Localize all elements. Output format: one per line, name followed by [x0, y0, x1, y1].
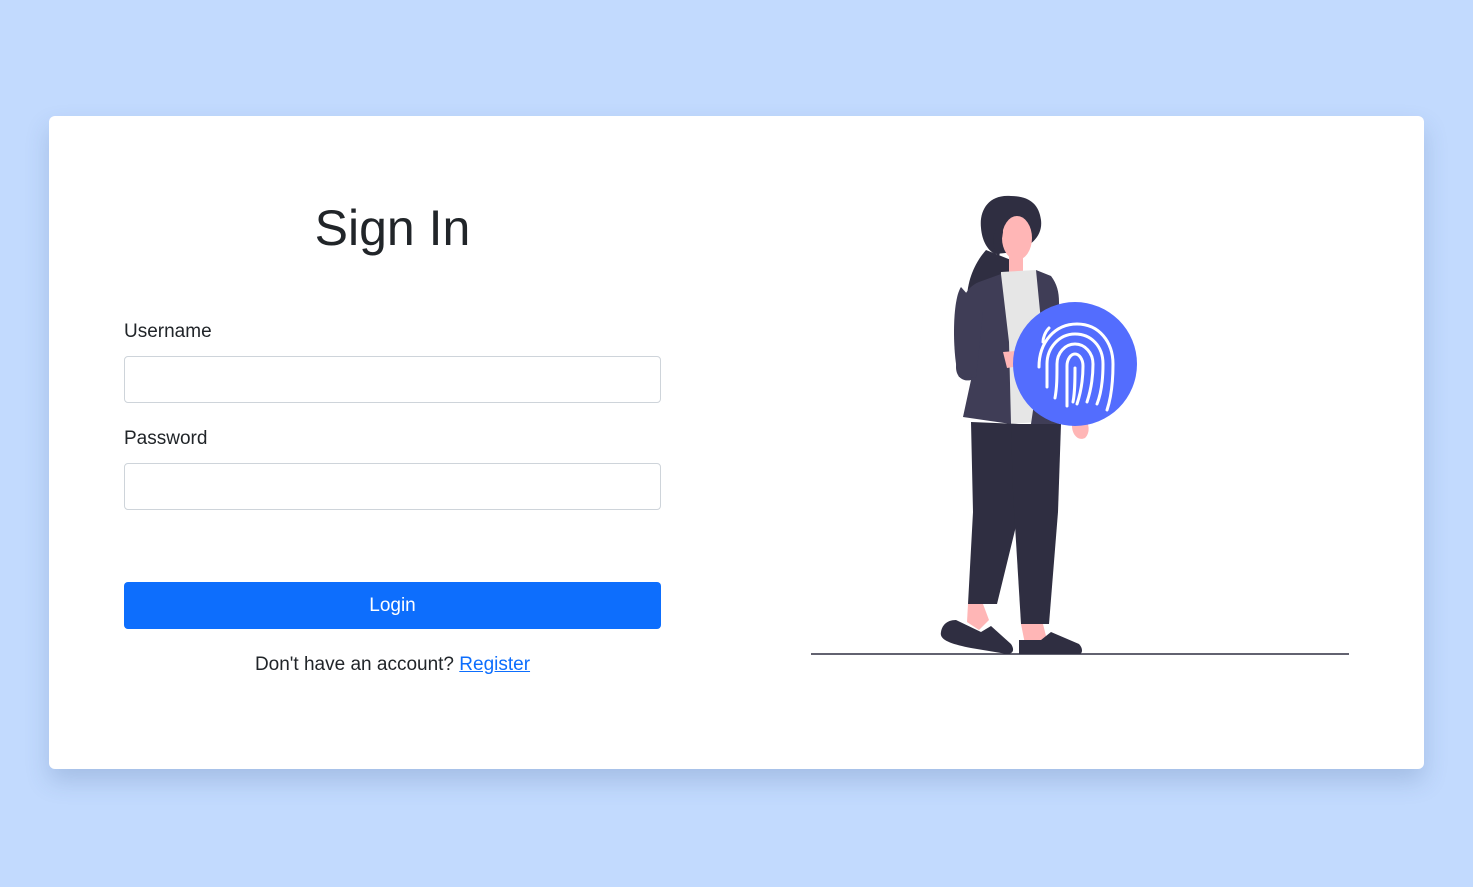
username-label: Username: [124, 321, 212, 342]
ankle-left: [967, 604, 989, 630]
password-input[interactable]: [124, 463, 661, 510]
face: [1002, 216, 1032, 260]
neck: [1009, 256, 1023, 272]
username-input[interactable]: [124, 356, 661, 403]
person-with-fingerprint-illustration: [811, 195, 1349, 655]
password-label: Password: [124, 428, 208, 449]
pants-right: [1011, 424, 1061, 624]
page-title: Sign In: [314, 200, 471, 256]
login-button[interactable]: Login: [124, 582, 661, 629]
register-link[interactable]: Register: [459, 654, 530, 675]
no-account-text: Don't have an account?: [254, 654, 454, 675]
register-prompt: Don't have an account? Register: [124, 653, 661, 677]
fingerprint-icon: [1013, 302, 1137, 426]
login-card: Sign In Username Password Login Don't ha…: [49, 116, 1424, 769]
